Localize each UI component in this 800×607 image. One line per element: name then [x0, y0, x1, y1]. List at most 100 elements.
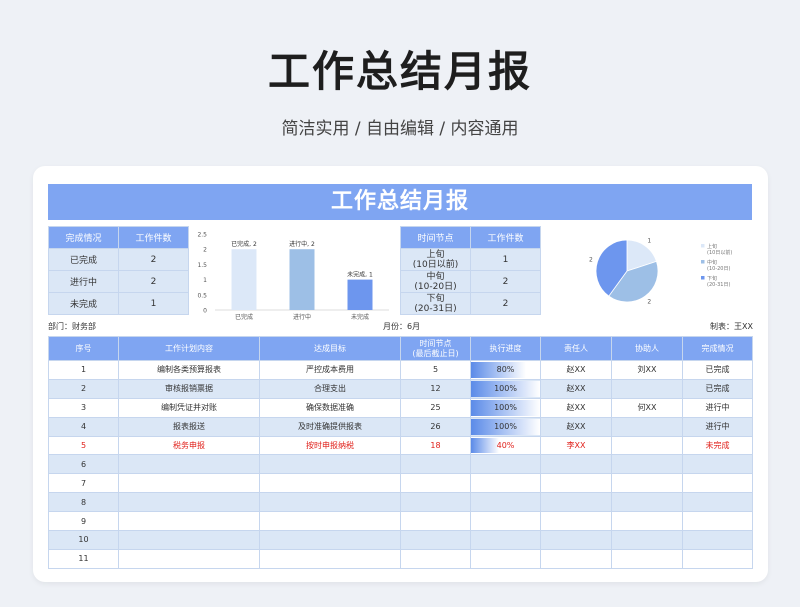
table-row: 3 编制凭证并对账 确保数据准确 25 100% 赵XX 何XX 进行中 — [48, 397, 753, 418]
plan-cell[interactable] — [118, 511, 260, 532]
row-number[interactable]: 3 — [48, 397, 119, 418]
goal-cell[interactable]: 合理支出 — [259, 378, 401, 399]
owner-cell[interactable] — [540, 548, 612, 569]
helper-cell[interactable] — [611, 492, 683, 513]
owner-cell[interactable]: 赵XX — [540, 378, 612, 399]
deadline-cell[interactable] — [400, 548, 471, 569]
row-number[interactable]: 2 — [48, 378, 119, 399]
deadline-cell[interactable]: 26 — [400, 416, 471, 437]
deadline-cell[interactable] — [400, 473, 471, 494]
progress-cell[interactable]: 100% — [470, 416, 541, 437]
status-cell[interactable]: 进行中 — [682, 397, 753, 418]
plan-cell[interactable]: 审核报销票据 — [118, 378, 260, 399]
status-cell[interactable]: 进行中 — [682, 416, 753, 437]
progress-cell[interactable] — [470, 530, 541, 550]
progress-cell[interactable] — [470, 548, 541, 569]
helper-cell[interactable] — [611, 435, 683, 456]
status-cell[interactable] — [682, 473, 753, 494]
progress-cell[interactable] — [470, 511, 541, 532]
table-row: 11 — [48, 548, 753, 569]
plan-cell[interactable]: 编制凭证并对账 — [118, 397, 260, 418]
goal-cell[interactable] — [259, 548, 401, 569]
row-number[interactable]: 10 — [48, 530, 119, 550]
owner-cell[interactable] — [540, 454, 612, 475]
row-number[interactable]: 6 — [48, 454, 119, 475]
progress-cell[interactable]: 40% — [470, 435, 541, 456]
plan-cell[interactable]: 报表报送 — [118, 416, 260, 437]
period-range: (20-31日) — [414, 303, 457, 314]
goal-cell[interactable] — [259, 473, 401, 494]
goal-cell[interactable] — [259, 530, 401, 550]
row-number[interactable]: 4 — [48, 416, 119, 437]
legend-label: 中旬 — [707, 259, 717, 266]
goal-cell[interactable]: 及时准确提供报表 — [259, 416, 401, 437]
deadline-cell[interactable]: 12 — [400, 378, 471, 399]
helper-cell[interactable] — [611, 378, 683, 399]
helper-cell[interactable]: 何XX — [611, 397, 683, 418]
header-deadline-line1: 时间节点 — [419, 338, 452, 348]
goal-cell[interactable]: 按时申报纳税 — [259, 435, 401, 456]
status-cell[interactable]: 已完成 — [682, 378, 753, 399]
status-cell[interactable] — [682, 511, 753, 532]
owner-cell[interactable] — [540, 511, 612, 532]
pie-data-label: 1 — [647, 237, 651, 244]
deadline-cell[interactable] — [400, 492, 471, 513]
deadline-cell[interactable]: 25 — [400, 397, 471, 418]
plan-cell[interactable]: 编制各类预算报表 — [118, 360, 260, 380]
deadline-cell[interactable] — [400, 511, 471, 532]
status-cell[interactable]: 未完成 — [682, 435, 753, 456]
period-range: (10日以前) — [412, 259, 459, 270]
owner-cell[interactable] — [540, 473, 612, 494]
row-number[interactable]: 7 — [48, 473, 119, 494]
row-number[interactable]: 1 — [48, 360, 119, 380]
deadline-cell[interactable]: 5 — [400, 360, 471, 380]
month-label: 月份：6月 — [383, 322, 421, 331]
status-cell[interactable] — [682, 492, 753, 513]
goal-cell[interactable]: 确保数据准确 — [259, 397, 401, 418]
helper-cell[interactable] — [611, 511, 683, 532]
progress-cell[interactable]: 100% — [470, 378, 541, 399]
plan-cell[interactable] — [118, 454, 260, 475]
deadline-cell[interactable]: 18 — [400, 435, 471, 456]
deadline-cell[interactable] — [400, 454, 471, 475]
status-cell[interactable]: 已完成 — [682, 360, 753, 380]
helper-cell[interactable] — [611, 473, 683, 494]
goal-cell[interactable] — [259, 454, 401, 475]
plan-cell[interactable] — [118, 530, 260, 550]
goal-cell[interactable] — [259, 492, 401, 513]
header-deadline: 时间节点 (最后截止日) — [400, 336, 471, 361]
status-cell[interactable] — [682, 530, 753, 550]
row-number[interactable]: 5 — [48, 435, 119, 456]
helper-cell[interactable] — [611, 416, 683, 437]
progress-cell[interactable] — [470, 473, 541, 494]
row-number[interactable]: 8 — [48, 492, 119, 513]
owner-cell[interactable] — [540, 530, 612, 550]
status-count: 2 — [118, 270, 189, 293]
helper-cell[interactable]: 刘XX — [611, 360, 683, 380]
plan-cell[interactable] — [118, 473, 260, 494]
progress-cell[interactable]: 100% — [470, 397, 541, 418]
status-cell[interactable] — [682, 548, 753, 569]
row-number[interactable]: 9 — [48, 511, 119, 532]
progress-cell[interactable] — [470, 492, 541, 513]
row-number[interactable]: 11 — [48, 548, 119, 569]
helper-cell[interactable] — [611, 454, 683, 475]
progress-cell[interactable] — [470, 454, 541, 475]
goal-cell[interactable]: 严控成本费用 — [259, 360, 401, 380]
status-cell[interactable] — [682, 454, 753, 475]
owner-cell[interactable]: 李XX — [540, 435, 612, 456]
owner-cell[interactable] — [540, 492, 612, 513]
deadline-cell[interactable] — [400, 530, 471, 550]
plan-cell[interactable] — [118, 548, 260, 569]
owner-cell[interactable]: 赵XX — [540, 416, 612, 437]
owner-cell[interactable]: 赵XX — [540, 360, 612, 380]
status-count: 1 — [118, 292, 189, 315]
helper-cell[interactable] — [611, 530, 683, 550]
plan-cell[interactable]: 税务申报 — [118, 435, 260, 456]
owner-cell[interactable]: 赵XX — [540, 397, 612, 418]
goal-cell[interactable] — [259, 511, 401, 532]
progress-cell[interactable]: 80% — [470, 360, 541, 380]
helper-cell[interactable] — [611, 548, 683, 569]
header-no: 序号 — [48, 336, 119, 361]
plan-cell[interactable] — [118, 492, 260, 513]
